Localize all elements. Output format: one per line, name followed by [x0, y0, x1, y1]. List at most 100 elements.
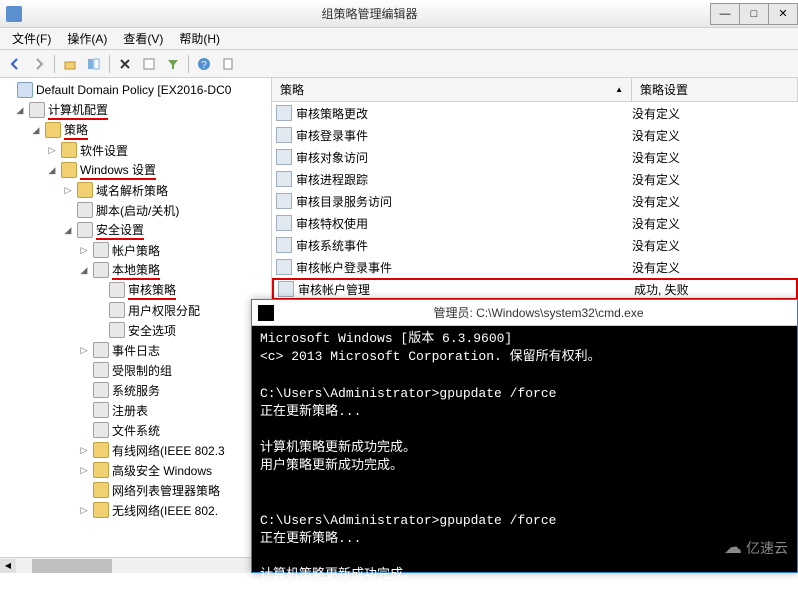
- list-row[interactable]: 审核特权使用没有定义: [272, 212, 798, 234]
- tree-label: 软件设置: [80, 142, 128, 159]
- tree-software-settings[interactable]: ▷ 软件设置: [2, 140, 269, 160]
- wireless-icon: [93, 502, 109, 518]
- tree-label: 安全设置: [96, 221, 144, 240]
- watermark: ☁ 亿速云: [724, 537, 788, 558]
- tree-label: Windows 设置: [80, 161, 156, 180]
- collapse-icon[interactable]: ◢: [14, 105, 26, 116]
- expand-icon[interactable]: ▷: [78, 465, 90, 476]
- tree-security-options[interactable]: 安全选项: [2, 320, 269, 340]
- tree-scripts[interactable]: 脚本(启动/关机): [2, 200, 269, 220]
- expand-icon[interactable]: ▷: [46, 145, 58, 156]
- list-row[interactable]: 审核登录事件没有定义: [272, 124, 798, 146]
- policy-icon: [93, 342, 109, 358]
- cmd-titlebar[interactable]: 管理员: C:\Windows\system32\cmd.exe: [252, 300, 797, 326]
- scroll-thumb[interactable]: [32, 559, 112, 573]
- tree-wired-network[interactable]: ▷ 有线网络(IEEE 802.3: [2, 440, 269, 460]
- tree-label: 策略: [64, 121, 88, 140]
- list-row[interactable]: 审核进程跟踪没有定义: [272, 168, 798, 190]
- cmd-icon: [258, 305, 274, 321]
- scroll-left-icon[interactable]: ◀: [0, 559, 16, 573]
- expand-icon[interactable]: ▷: [78, 345, 90, 356]
- policy-item-icon: [276, 237, 292, 253]
- menu-file[interactable]: 文件(F): [4, 28, 59, 49]
- tree-audit-policy[interactable]: 审核策略: [2, 280, 269, 300]
- folder-icon: [45, 122, 61, 138]
- minimize-button[interactable]: —: [710, 3, 740, 25]
- back-button[interactable]: [4, 53, 26, 75]
- menu-help[interactable]: 帮助(H): [171, 28, 228, 49]
- tree-label: Default Domain Policy [EX2016-DC0: [36, 83, 231, 97]
- expand-icon[interactable]: ▷: [78, 445, 90, 456]
- menu-view[interactable]: 查看(V): [115, 28, 171, 49]
- refresh-button[interactable]: [217, 53, 239, 75]
- expand-icon[interactable]: ▷: [78, 245, 90, 256]
- app-icon: [6, 6, 22, 22]
- filesystem-icon: [93, 422, 109, 438]
- tree-root[interactable]: Default Domain Policy [EX2016-DC0: [2, 80, 269, 100]
- tree-network-list[interactable]: 网络列表管理器策略: [2, 480, 269, 500]
- show-hide-tree-button[interactable]: [83, 53, 105, 75]
- tree-label: 文件系统: [112, 422, 160, 439]
- tree-registry[interactable]: 注册表: [2, 400, 269, 420]
- list-row[interactable]: 审核帐户登录事件没有定义: [272, 256, 798, 278]
- tree-scrollbar-horizontal[interactable]: ◀ ▶: [0, 557, 272, 573]
- policy-name: 审核对象访问: [296, 149, 368, 166]
- column-header-setting[interactable]: 策略设置: [632, 78, 798, 101]
- tree-computer-config[interactable]: ◢计算机配置: [2, 100, 269, 120]
- forward-button[interactable]: [28, 53, 50, 75]
- list-row[interactable]: 审核对象访问没有定义: [272, 146, 798, 168]
- folder-icon: [61, 162, 77, 178]
- folder-icon: [61, 142, 77, 158]
- collapse-icon[interactable]: ◢: [62, 225, 74, 236]
- menu-action[interactable]: 操作(A): [59, 28, 115, 49]
- tree-windows-settings[interactable]: ◢ Windows 设置: [2, 160, 269, 180]
- policy-icon: [17, 82, 33, 98]
- collapse-icon[interactable]: ◢: [46, 165, 58, 176]
- tree-label: 审核策略: [128, 281, 176, 300]
- tree-user-rights[interactable]: 用户权限分配: [2, 300, 269, 320]
- policy-item-icon: [276, 171, 292, 187]
- close-button[interactable]: ✕: [768, 3, 798, 25]
- cmd-window[interactable]: 管理员: C:\Windows\system32\cmd.exe Microso…: [251, 299, 798, 573]
- tree-panel[interactable]: Default Domain Policy [EX2016-DC0 ◢计算机配置…: [0, 78, 272, 573]
- tree-event-log[interactable]: ▷事件日志: [2, 340, 269, 360]
- tree-security-settings[interactable]: ◢ 安全设置: [2, 220, 269, 240]
- delete-button[interactable]: [114, 53, 136, 75]
- collapse-icon[interactable]: ◢: [30, 125, 42, 136]
- list-row[interactable]: 审核目录服务访问没有定义: [272, 190, 798, 212]
- list-row[interactable]: 审核系统事件 没有定义: [272, 234, 798, 256]
- help-button[interactable]: ?: [193, 53, 215, 75]
- policy-icon: [93, 262, 109, 278]
- cmd-title: 管理员: C:\Windows\system32\cmd.exe: [280, 304, 797, 321]
- maximize-button[interactable]: □: [739, 3, 769, 25]
- policy-setting: 没有定义: [632, 237, 798, 254]
- collapse-icon[interactable]: ◢: [78, 265, 90, 276]
- policy-item-icon: [276, 149, 292, 165]
- tree-local-policies[interactable]: ◢本地策略: [2, 260, 269, 280]
- filter-button[interactable]: [162, 53, 184, 75]
- tree-label: 有线网络(IEEE 802.3: [112, 442, 225, 459]
- tree-wireless-network[interactable]: ▷无线网络(IEEE 802.: [2, 500, 269, 520]
- tree-name-resolution[interactable]: ▷域名解析策略: [2, 180, 269, 200]
- expand-icon[interactable]: ▷: [62, 185, 74, 196]
- computer-icon: [29, 102, 45, 118]
- policy-icon: [109, 302, 125, 318]
- list-row[interactable]: 审核策略更改没有定义: [272, 102, 798, 124]
- tree-file-system[interactable]: 文件系统: [2, 420, 269, 440]
- tree-advanced-security[interactable]: ▷高级安全 Windows: [2, 460, 269, 480]
- up-button[interactable]: [59, 53, 81, 75]
- tree-account-policies[interactable]: ▷帐户策略: [2, 240, 269, 260]
- expand-icon[interactable]: ▷: [78, 505, 90, 516]
- properties-button[interactable]: [138, 53, 160, 75]
- policy-setting: 没有定义: [632, 215, 798, 232]
- column-header-policy[interactable]: 策略▲: [272, 78, 632, 101]
- cloud-icon: ☁: [724, 537, 742, 558]
- policy-name: 审核登录事件: [296, 127, 368, 144]
- watermark-text: 亿速云: [746, 538, 788, 558]
- list-row[interactable]: 审核帐户管理成功, 失败: [272, 278, 798, 300]
- tree-system-services[interactable]: 系统服务: [2, 380, 269, 400]
- tree-policies[interactable]: ◢ 策略: [2, 120, 269, 140]
- policy-name: 审核系统事件: [296, 237, 368, 254]
- group-icon: [93, 362, 109, 378]
- tree-restricted-groups[interactable]: 受限制的组: [2, 360, 269, 380]
